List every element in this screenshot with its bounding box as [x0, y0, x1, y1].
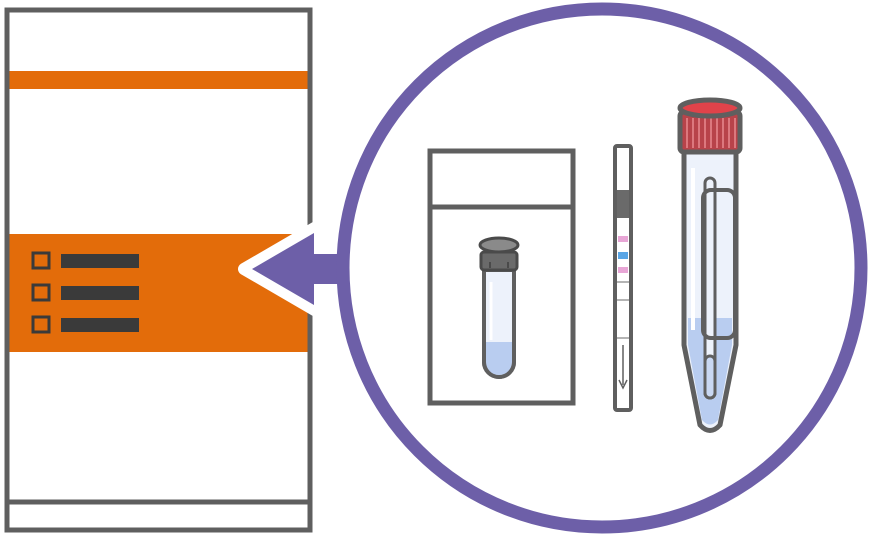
- checklist-item: [31, 251, 139, 270]
- checklist-icon: [31, 251, 139, 334]
- small-tube-icon: [478, 236, 520, 379]
- checklist-item: [31, 283, 139, 302]
- diagram-canvas: [4, 2, 868, 534]
- checklist-line: [61, 254, 139, 268]
- checklist-line: [61, 286, 139, 300]
- test-strip-icon: [613, 144, 633, 412]
- checklist-item: [31, 315, 139, 334]
- checklist-line: [61, 318, 139, 332]
- magnifier-circle-icon: [336, 2, 868, 534]
- conical-collection-tube-icon: [677, 97, 743, 433]
